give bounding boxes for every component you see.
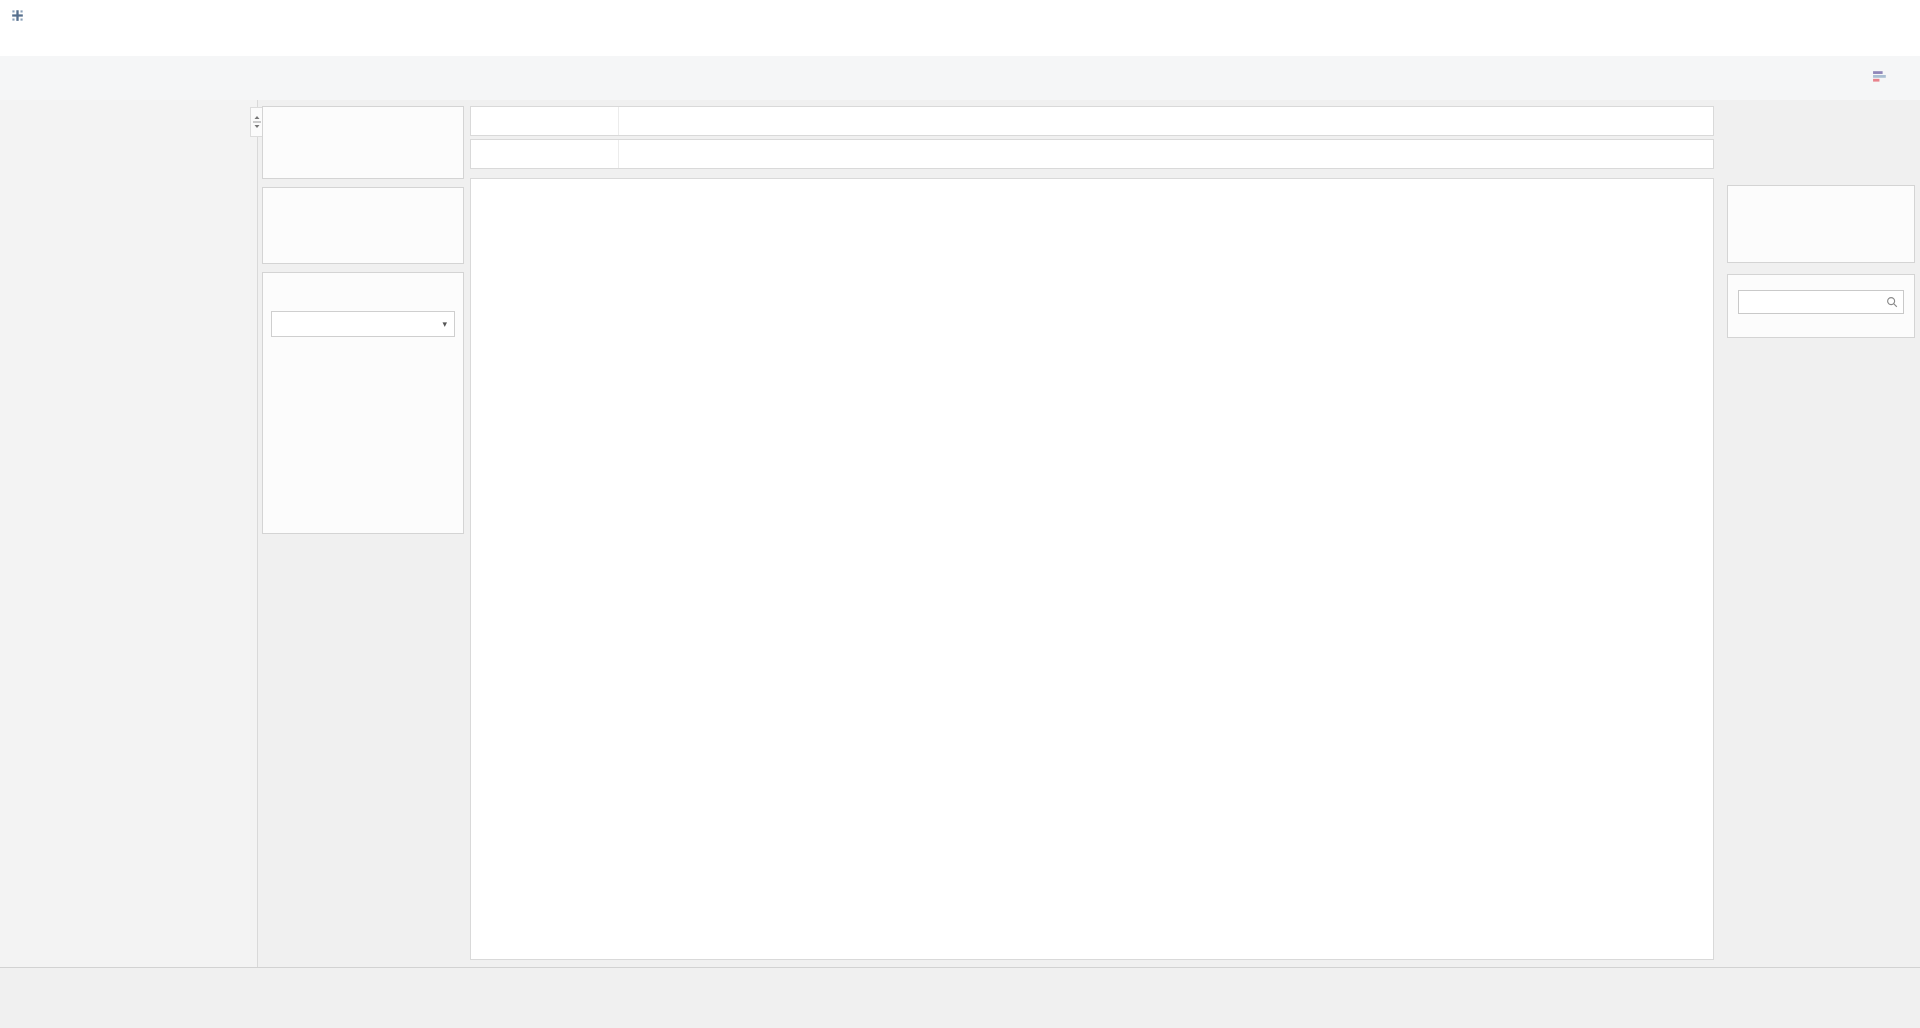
filters-shelf[interactable] [262, 187, 464, 264]
toolbar [0, 56, 1920, 100]
rows-shelf[interactable] [470, 139, 1714, 169]
color-legend [1727, 185, 1915, 263]
analytics-pane [0, 100, 258, 967]
columns-shelf-label [471, 107, 619, 135]
highlighter-card [1727, 274, 1915, 338]
tableau-logo-icon [9, 7, 26, 24]
marks-card: ▾ [262, 272, 464, 534]
chevron-down-icon: ▾ [442, 318, 447, 329]
pages-shelf-title [263, 107, 463, 115]
visualization [470, 178, 1714, 960]
pane-tabs [0, 100, 257, 136]
show-me-panel-icon [1872, 68, 1889, 89]
legend-title [1728, 186, 1914, 194]
right-panel [1727, 185, 1915, 346]
mark-type-dropdown[interactable]: ▾ [271, 311, 455, 337]
rows-shelf-label [471, 140, 619, 168]
show-me-toggle[interactable] [1872, 68, 1912, 89]
sheet-tab-bar [0, 967, 1920, 1004]
status-bar [0, 1004, 1920, 1028]
search-icon [1885, 295, 1899, 309]
pages-shelf[interactable] [262, 106, 464, 179]
columns-shelf[interactable] [470, 106, 1714, 136]
title-bar [0, 0, 1920, 30]
tableau-window: ▾ [0, 0, 1920, 1028]
close-button[interactable] [1862, 0, 1920, 30]
filters-shelf-title [263, 188, 463, 196]
highlight-input[interactable] [1738, 290, 1904, 314]
highlighter-title [1728, 275, 1914, 283]
maximize-button[interactable] [1804, 0, 1862, 30]
cards-column: ▾ [262, 106, 464, 542]
marks-card-title [263, 273, 463, 281]
main-area: ▾ [0, 100, 1920, 967]
scatter-chart [471, 179, 1713, 959]
menu-bar [0, 30, 1920, 56]
minimize-button[interactable] [1746, 0, 1804, 30]
worksheet-area [470, 106, 1714, 962]
